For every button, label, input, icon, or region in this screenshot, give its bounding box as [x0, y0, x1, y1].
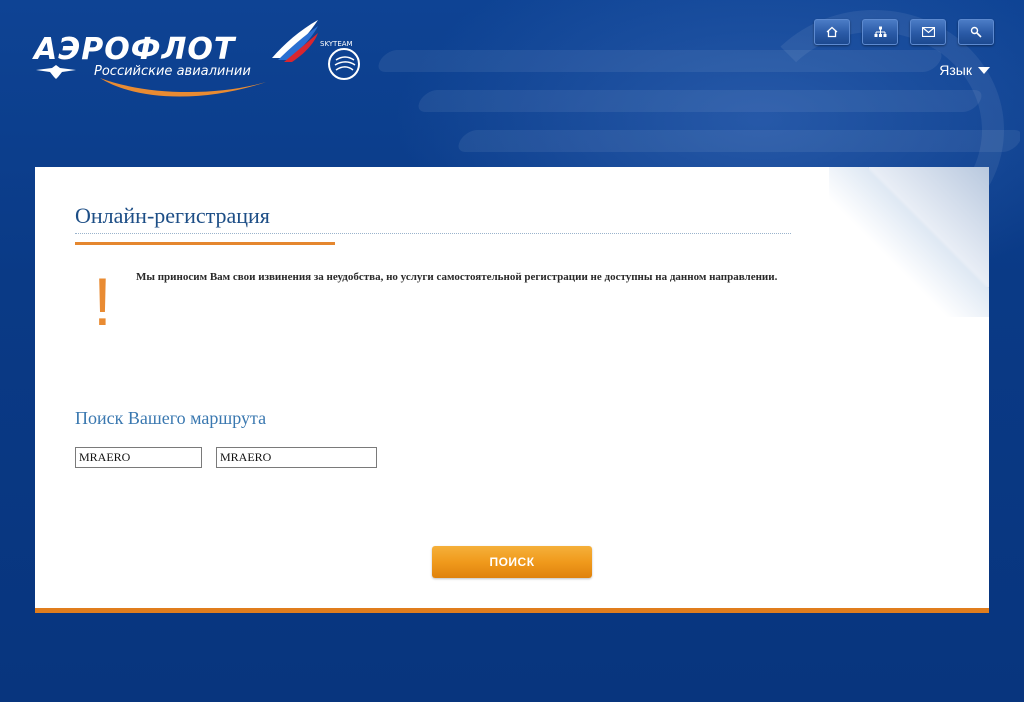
- flag-swoosh-icon: [272, 20, 318, 62]
- search-button[interactable]: ПОИСК: [432, 546, 592, 578]
- search-button-top[interactable]: [958, 19, 994, 45]
- skyteam-logo-icon: SKYTEAM: [320, 40, 360, 80]
- chevron-down-icon: [978, 66, 990, 74]
- last-name-field[interactable]: MRAERO: [216, 447, 377, 468]
- sitemap-button[interactable]: [862, 19, 898, 45]
- language-label: Язык: [939, 62, 972, 78]
- page-curl-fold: [869, 167, 989, 287]
- home-button[interactable]: [814, 19, 850, 45]
- content-panel: Онлайн-регистрация ! Мы приносим Вам сво…: [35, 167, 989, 613]
- mail-button[interactable]: [910, 19, 946, 45]
- warning-icon: !: [93, 264, 112, 340]
- search-icon: [970, 26, 982, 38]
- booking-code-field[interactable]: MRAERO: [75, 447, 202, 468]
- skyteam-label: SKYTEAM: [320, 40, 353, 48]
- error-message: Мы приносим Вам свои извинения за неудоб…: [136, 271, 778, 283]
- aeroflot-logo[interactable]: АЭРОФЛОТ Российские авиалинии SKYTEAM: [32, 18, 372, 108]
- orange-swoosh-icon: [100, 78, 266, 97]
- language-selector[interactable]: Язык: [939, 62, 990, 78]
- title-underline: [75, 242, 335, 245]
- search-heading: Поиск Вашего маршрута: [75, 408, 267, 428]
- home-icon: [826, 26, 838, 38]
- sitemap-icon: [874, 26, 886, 37]
- mail-icon: [921, 27, 935, 37]
- top-toolbar: [814, 19, 994, 45]
- page-title: Онлайн-регистрация: [75, 203, 270, 228]
- title-divider: [75, 233, 791, 234]
- logo-wordmark: АЭРОФЛОТ: [34, 32, 236, 67]
